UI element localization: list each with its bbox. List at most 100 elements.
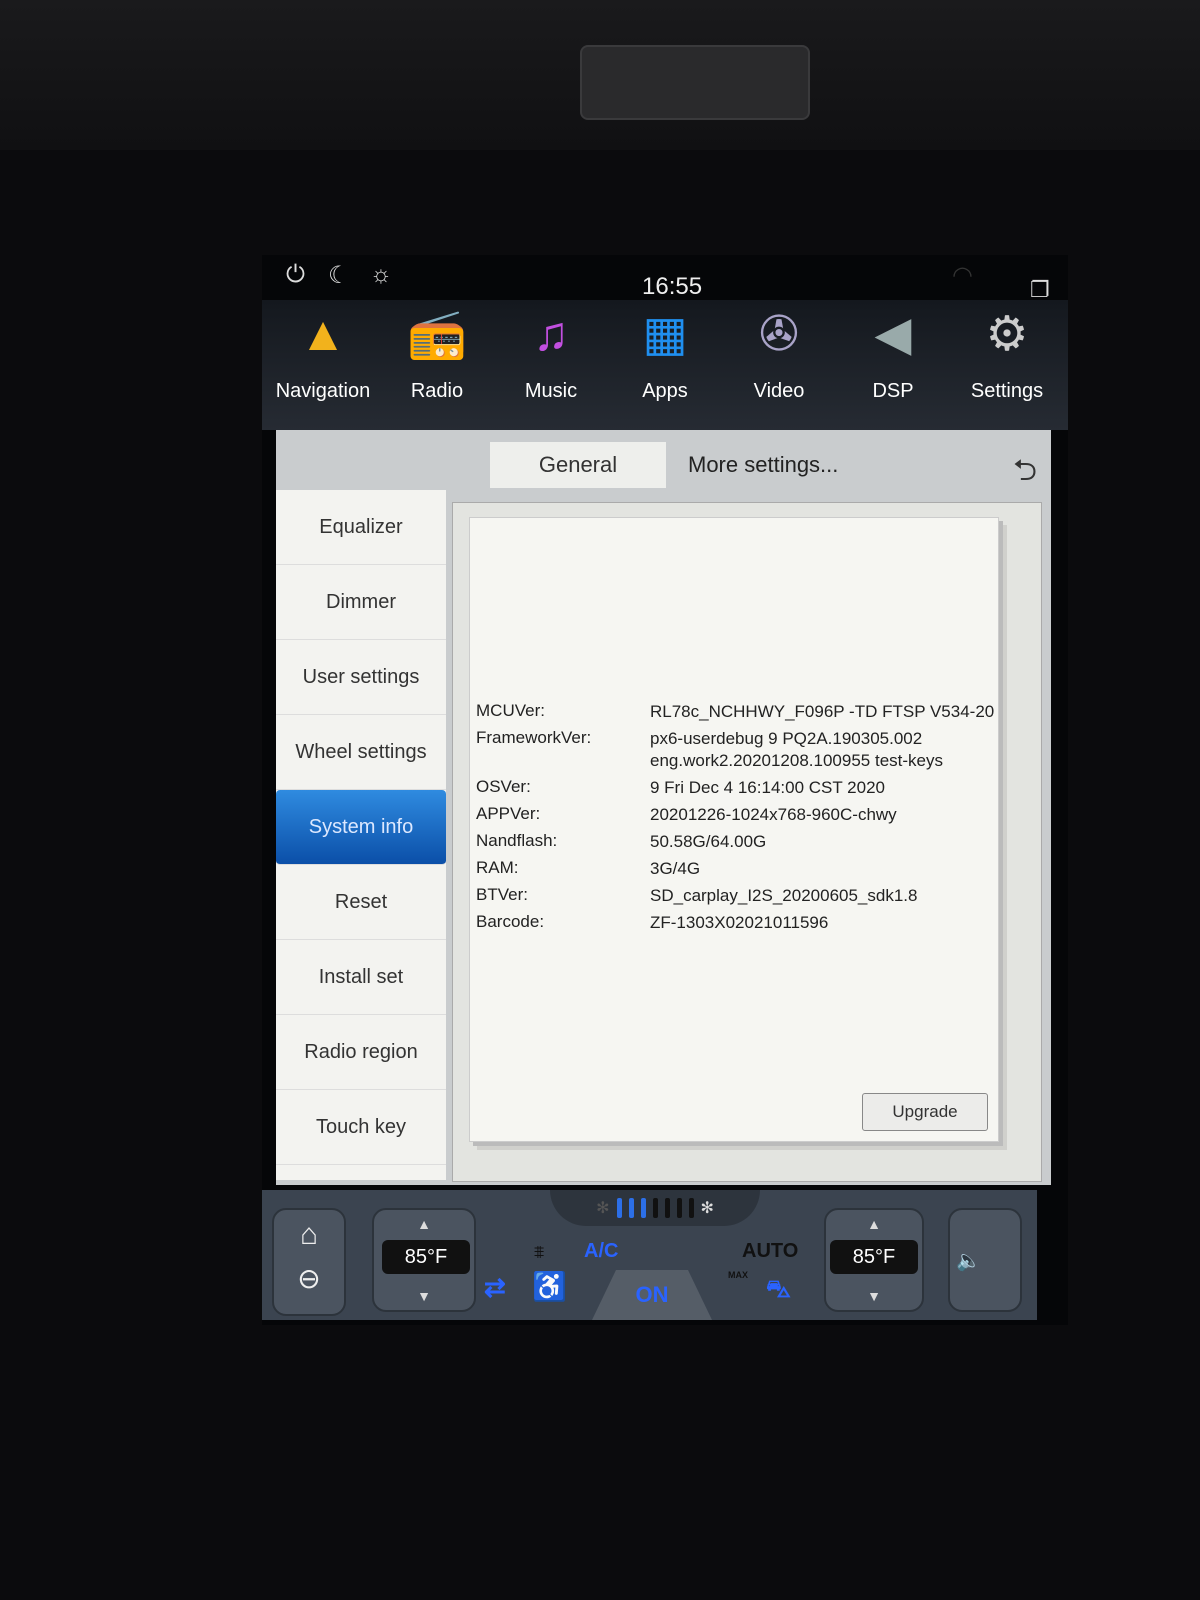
sidebar-item-touch-key[interactable]: Touch key xyxy=(276,1090,446,1165)
settings-tabs: General More settings... ⮌ xyxy=(490,442,1045,488)
info-key: BTVer: xyxy=(476,885,528,904)
fan-level-bar xyxy=(640,1198,646,1218)
sidebar-item-reset[interactable]: Reset xyxy=(276,865,446,940)
left-temp-control: ▲ 85°F ▼ xyxy=(372,1208,476,1312)
app-label: DSP xyxy=(872,380,914,402)
info-key: Nandflash: xyxy=(476,831,558,850)
app-label: Settings xyxy=(970,380,1044,402)
home-icon[interactable]: ⌂ xyxy=(274,1218,344,1252)
sidebar-item-dimmer[interactable]: Dimmer xyxy=(276,565,446,640)
video-reel-icon: ✇ xyxy=(758,308,800,361)
info-value: 9 Fri Dec 4 16:14:00 CST 2020 xyxy=(650,778,885,797)
info-key: FrameworkVer: xyxy=(476,728,592,747)
fan-level-bar xyxy=(664,1198,670,1218)
recirculation-icon[interactable]: ⇄ xyxy=(484,1272,506,1303)
climate-bar: ⌂ ⊖ ▲ 85°F ▼ ✻ ✻ ⩨ A/C ⇄ ♿ ON AUTO MAX ⛍ … xyxy=(262,1190,1037,1320)
app-radio[interactable]: 📻 Radio xyxy=(382,300,492,430)
power-icon[interactable]: ⏻ xyxy=(286,261,305,289)
clock: 16:55 xyxy=(642,273,703,300)
fan-level-bar xyxy=(652,1198,658,1218)
brightness-icon[interactable]: ☼ xyxy=(370,261,392,289)
app-label: Music xyxy=(524,380,578,402)
app-label: Apps xyxy=(642,380,688,402)
fan-level-bar xyxy=(676,1198,682,1218)
fan-low-icon: ✻ xyxy=(596,1200,610,1217)
info-key: APPVer: xyxy=(476,804,541,823)
info-value: 20201226-1024x768-960C-chwy xyxy=(650,805,897,824)
info-value: 50.58G/64.00G xyxy=(650,832,767,851)
info-row: APPVer: 20201226-1024x768-960C-chwy xyxy=(476,804,996,826)
speaker-icon: ◀ xyxy=(874,308,912,361)
navigation-arrow-icon: ▲ xyxy=(299,308,347,361)
ac-button[interactable]: A/C xyxy=(584,1240,618,1263)
climate-on-button[interactable]: ON xyxy=(592,1270,712,1320)
home-back-buttons: ⌂ ⊖ xyxy=(272,1208,346,1316)
dashboard-slot xyxy=(580,45,810,120)
max-defrost-label[interactable]: MAX xyxy=(728,1270,748,1280)
info-key: RAM: xyxy=(476,858,519,877)
tab-general[interactable]: General xyxy=(490,442,666,488)
fan-level-bar xyxy=(616,1198,622,1218)
front-defrost-icon[interactable]: ⛍ xyxy=(766,1276,791,1306)
fan-level-bar xyxy=(628,1198,634,1218)
info-row: FrameworkVer: px6-userdebug 9 PQ2A.190305… xyxy=(476,728,996,772)
app-apps[interactable]: ▦ Apps xyxy=(610,300,720,430)
tab-more-settings[interactable]: More settings... xyxy=(688,442,838,488)
sidebar-item-wheel-settings[interactable]: Wheel settings xyxy=(276,715,446,790)
info-row: OSVer: 9 Fri Dec 4 16:14:00 CST 2020 xyxy=(476,777,996,799)
system-info-pane: MCUVer: RL78c_NCHHWY_F096P -TD FTSP V534-… xyxy=(452,502,1042,1182)
volume-control: 🔈 xyxy=(948,1208,1022,1312)
status-bar: ⏻ ☾ ☼ 16:55 ◠ ❐ xyxy=(262,255,1068,302)
info-key: MCUVer: xyxy=(476,701,545,720)
info-key: OSVer: xyxy=(476,777,531,796)
info-row: BTVer: SD_carplay_I2S_20200605_sdk1.8 xyxy=(476,885,996,907)
back-circle-icon[interactable]: ⊖ xyxy=(274,1262,344,1295)
right-temp-down[interactable]: ▼ xyxy=(826,1288,922,1304)
radio-icon: 📻 xyxy=(407,308,467,361)
left-temp-up[interactable]: ▲ xyxy=(374,1216,474,1232)
info-value: 3G/4G xyxy=(650,859,701,878)
rear-defrost-icon[interactable]: ⩨ xyxy=(534,1242,544,1263)
music-note-icon: ♫ xyxy=(533,308,569,361)
app-label: Video xyxy=(753,380,805,402)
info-value: px6-userdebug 9 PQ2A.190305.002 eng.work… xyxy=(650,729,943,770)
right-temp-control: ▲ 85°F ▼ xyxy=(824,1208,924,1312)
apps-grid-icon: ▦ xyxy=(642,308,688,361)
volume-icon[interactable]: 🔈 xyxy=(956,1248,981,1273)
fan-level-bar xyxy=(688,1198,694,1218)
info-value: SD_carplay_I2S_20200605_sdk1.8 xyxy=(650,886,918,905)
auto-button[interactable]: AUTO xyxy=(742,1240,798,1263)
sidebar-item-user-settings[interactable]: User settings xyxy=(276,640,446,715)
app-navigation[interactable]: ▲ Navigation xyxy=(268,300,378,430)
right-temp-up[interactable]: ▲ xyxy=(826,1216,922,1232)
app-settings[interactable]: ⚙ Settings xyxy=(952,300,1062,430)
gear-icon: ⚙ xyxy=(985,308,1029,361)
sidebar-item-radio-region[interactable]: Radio region xyxy=(276,1015,446,1090)
info-row: Nandflash: 50.58G/64.00G xyxy=(476,831,996,853)
upgrade-button[interactable]: Upgrade xyxy=(862,1093,988,1131)
head-unit-screen: ⏻ ☾ ☼ 16:55 ◠ ❐ ▲ Navigation 📻 Radio ♫ Music ▦… xyxy=(262,255,1068,1325)
app-label: Radio xyxy=(410,380,464,402)
app-dsp[interactable]: ◀ DSP xyxy=(838,300,948,430)
seat-airflow-icon[interactable]: ♿ xyxy=(532,1270,567,1303)
wifi-icon: ◠ xyxy=(952,262,973,289)
system-info-card: MCUVer: RL78c_NCHHWY_F096P -TD FTSP V534-… xyxy=(469,517,999,1142)
app-video[interactable]: ✇ Video xyxy=(724,300,834,430)
info-row: Barcode: ZF-1303X02021011596 xyxy=(476,912,996,934)
fan-speed-slider[interactable]: ✻ ✻ xyxy=(550,1190,760,1226)
settings-panel: General More settings... ⮌ Equalizer Dimm… xyxy=(276,430,1051,1185)
fan-high-icon: ✻ xyxy=(700,1200,714,1217)
sidebar-item-equalizer[interactable]: Equalizer xyxy=(276,490,446,565)
info-value: ZF-1303X02021011596 xyxy=(650,913,829,932)
app-label: Navigation xyxy=(275,380,371,402)
sidebar-item-system-info[interactable]: System info xyxy=(276,790,446,865)
info-row: MCUVer: RL78c_NCHHWY_F096P -TD FTSP V534-… xyxy=(476,701,996,723)
back-icon[interactable]: ⮌ xyxy=(1013,448,1037,499)
info-key: Barcode: xyxy=(476,912,545,931)
left-temp-down[interactable]: ▼ xyxy=(374,1288,474,1304)
app-music[interactable]: ♫ Music xyxy=(496,300,606,430)
app-bar: ▲ Navigation 📻 Radio ♫ Music ▦ Apps ✇ Video ◀ DSP ⚙ S… xyxy=(262,300,1068,430)
info-row: RAM: 3G/4G xyxy=(476,858,996,880)
night-mode-icon[interactable]: ☾ xyxy=(328,261,350,290)
sidebar-item-install-set[interactable]: Install set xyxy=(276,940,446,1015)
